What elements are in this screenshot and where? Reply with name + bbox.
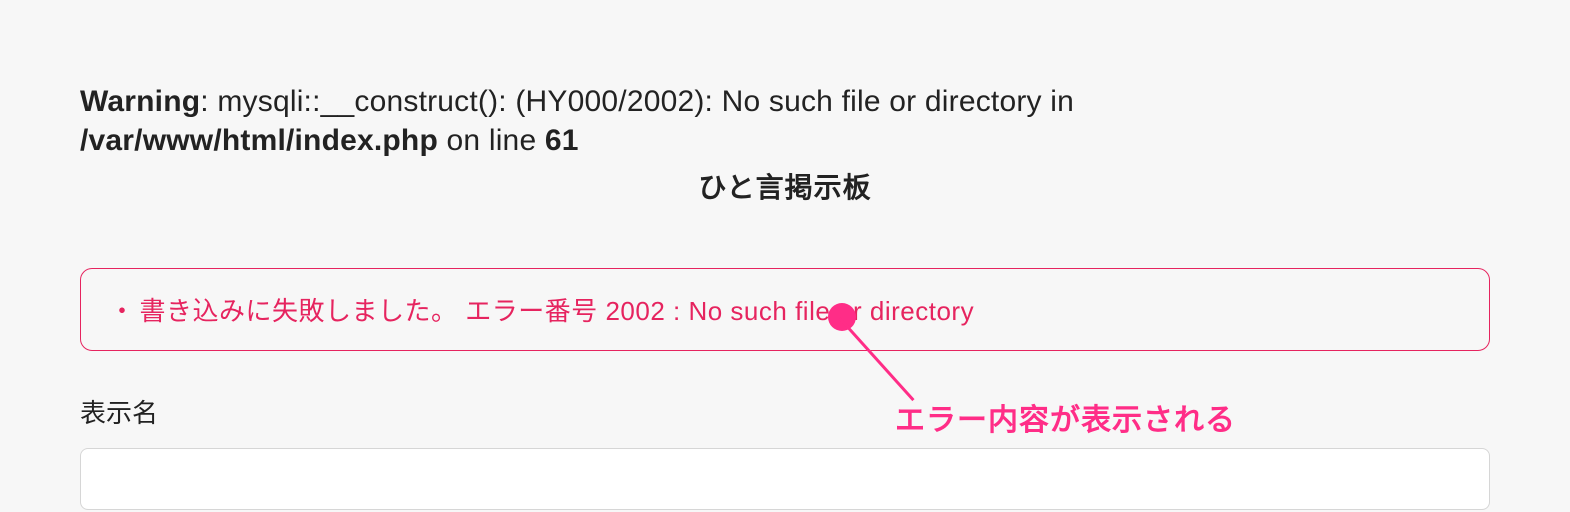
warning-label: Warning <box>80 85 200 118</box>
warning-on-line: on line <box>438 124 545 157</box>
php-warning-text: Warning: mysqli::__construct(): (HY000/2… <box>80 82 1490 160</box>
warning-line-number: 61 <box>545 124 579 157</box>
warning-path: /var/www/html/index.php <box>80 124 438 157</box>
error-bullet: ・ <box>109 296 136 326</box>
error-message-box: ・書き込みに失敗しました。 エラー番号 2002 : No such file … <box>80 268 1490 351</box>
error-message-text: 書き込みに失敗しました。 エラー番号 2002 : No such file o… <box>140 296 975 326</box>
display-name-input[interactable] <box>80 448 1490 510</box>
page-title: ひと言掲示板 <box>80 166 1490 206</box>
warning-message-1: : mysqli::__construct(): (HY000/2002): N… <box>200 85 1074 118</box>
display-name-label: 表示名 <box>80 393 1490 430</box>
